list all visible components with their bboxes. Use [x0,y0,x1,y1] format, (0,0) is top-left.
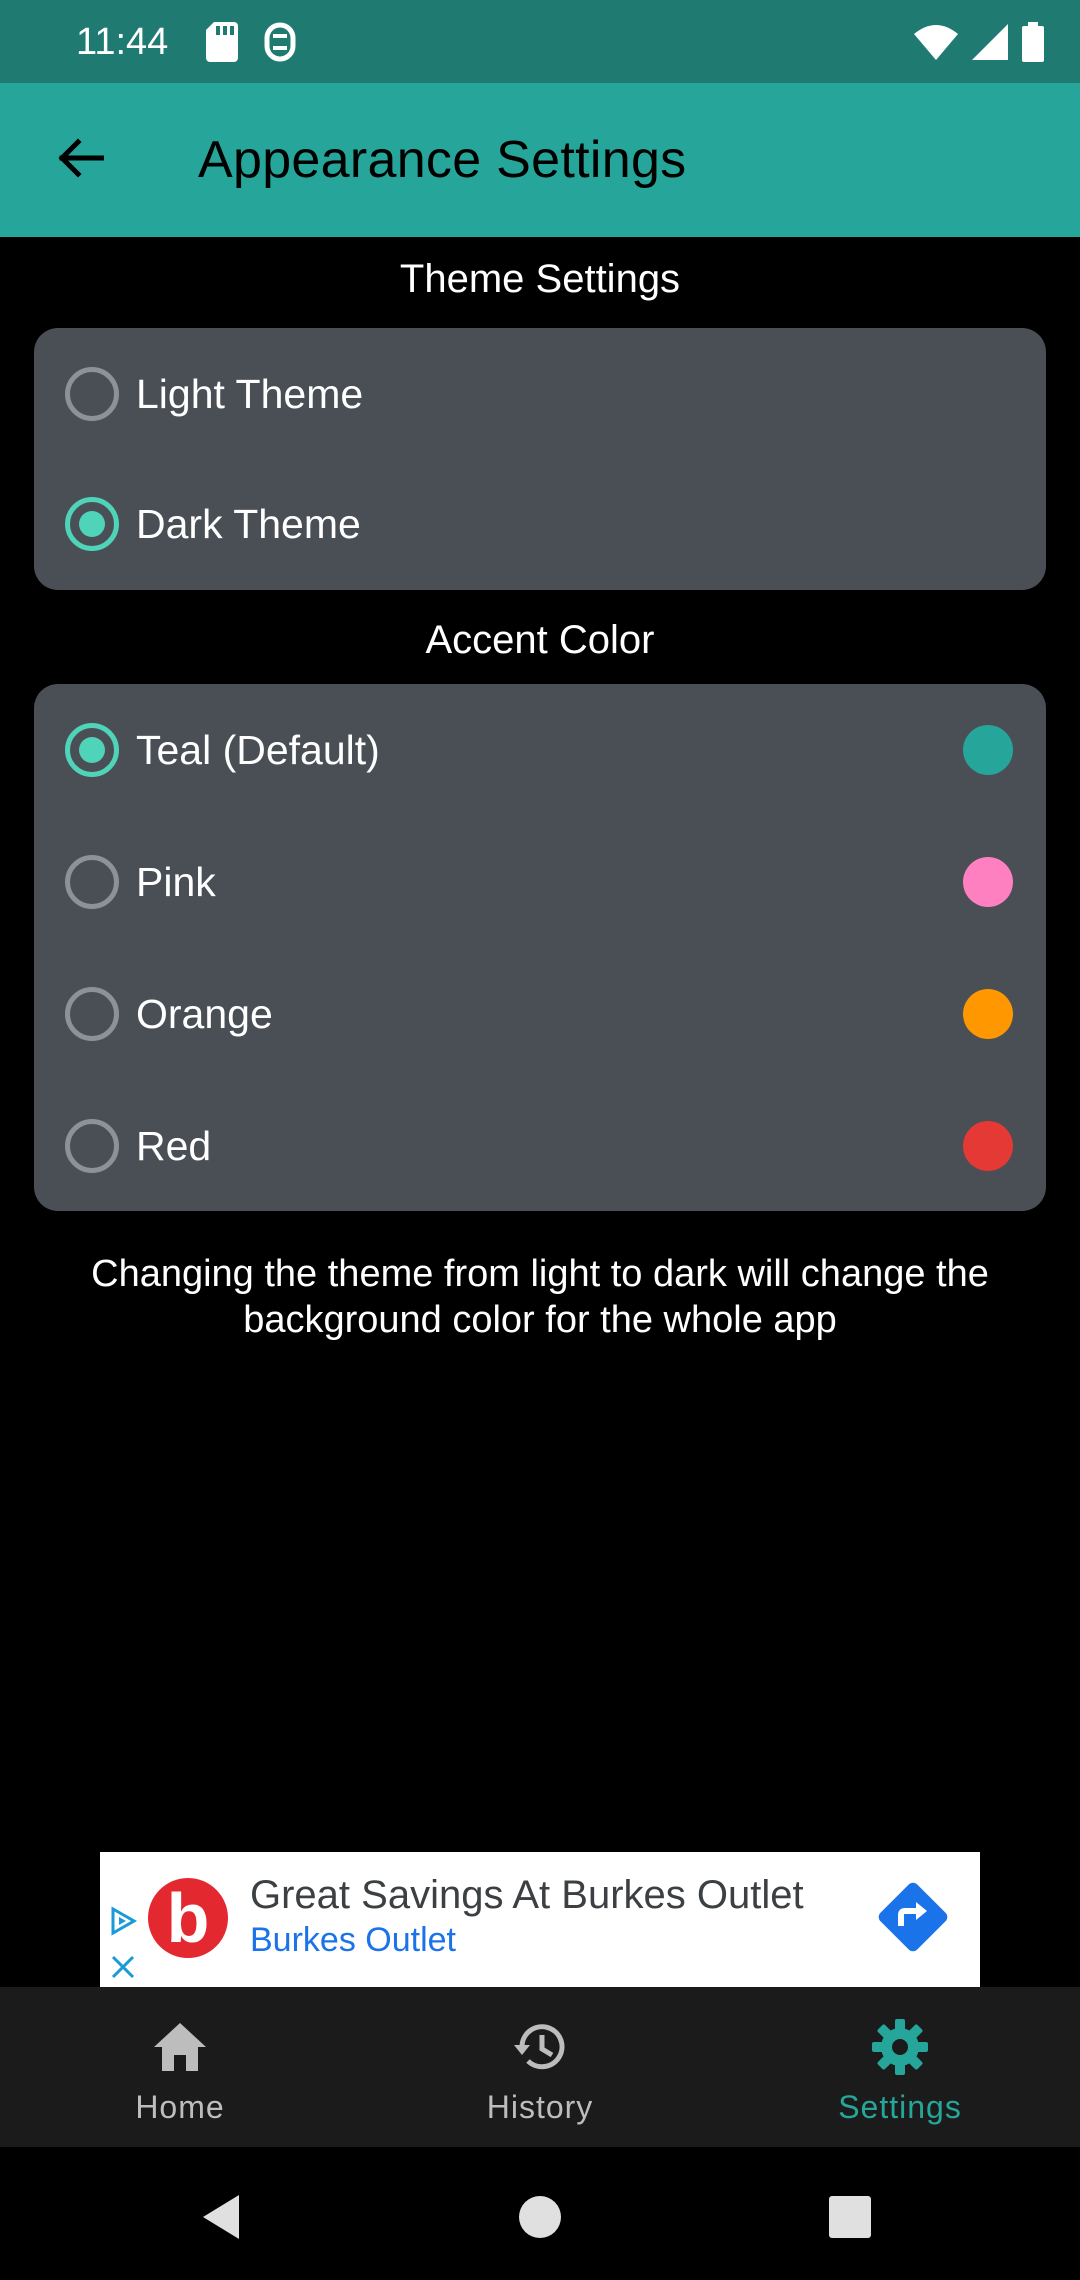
advertiser-logo: b [148,1878,228,1958]
status-bar: 11:44 [0,0,1080,83]
radio-red[interactable] [65,1119,119,1173]
sync-icon [264,22,296,67]
ad-advertiser: Burkes Outlet [250,1921,456,1959]
accent-option-teal[interactable]: Teal (Default) [34,684,1046,816]
radio-light-theme[interactable] [65,367,119,421]
app-bar: Appearance Settings [0,83,1080,237]
option-label: Dark Theme [136,501,361,547]
option-label: Pink [136,859,216,905]
history-icon [510,2017,570,2077]
home-icon [150,2017,210,2077]
theme-option-light[interactable]: Light Theme [34,328,1046,460]
accent-color-heading: Accent Color [425,618,655,662]
accent-options-card: Teal (Default) Pink Orange Red [34,684,1046,1211]
teal-swatch [963,725,1013,775]
radio-teal[interactable] [65,723,119,777]
back-button[interactable] [40,120,120,200]
page-title: Appearance Settings [198,131,687,189]
accent-option-red[interactable]: Red [34,1080,1046,1212]
radio-pink[interactable] [65,855,119,909]
status-notification-icons [206,22,296,67]
option-label: Teal (Default) [136,727,380,773]
status-time: 11:44 [76,21,169,63]
nav-label: Settings [838,2089,962,2125]
ad-banner[interactable]: b Great Savings At Burkes Outlet Burkes … [100,1852,980,1987]
ad-choices-icon[interactable] [108,1906,138,1941]
orange-swatch [963,989,1013,1039]
arrow-back-icon [56,137,105,183]
directions-icon [874,1878,952,1961]
nav-settings[interactable]: Settings [720,1987,1080,2147]
bottom-navigation: Home History Settings [0,1987,1080,2147]
battery-icon [1022,22,1044,67]
accent-option-orange[interactable]: Orange [34,948,1046,1080]
theme-options-card: Light Theme Dark Theme [34,328,1046,590]
pink-swatch [963,857,1013,907]
option-label: Orange [136,991,273,1037]
signal-icon [972,24,1008,65]
theme-option-dark[interactable]: Dark Theme [34,458,1046,590]
red-swatch [963,1121,1013,1171]
ad-title: Great Savings At Burkes Outlet [250,1873,804,1917]
status-system-icons [914,22,1044,67]
system-navigation-bar [0,2147,1080,2280]
ad-cta-button[interactable] [870,1877,955,1962]
option-label: Light Theme [136,371,364,417]
close-icon[interactable] [108,1952,138,1987]
theme-settings-heading: Theme Settings [399,257,681,301]
nav-label: Home [135,2089,225,2125]
app-screen: 11:44 Appearance Settings Theme Settings… [0,0,1080,2280]
accent-option-pink[interactable]: Pink [34,816,1046,948]
recents-square-icon[interactable] [820,2187,880,2247]
home-circle-icon[interactable] [510,2187,570,2247]
radio-dark-theme[interactable] [65,497,119,551]
wifi-icon [914,24,958,65]
nav-home[interactable]: Home [0,1987,360,2147]
back-triangle-icon[interactable] [195,2187,255,2247]
option-label: Red [136,1123,212,1169]
sd-card-icon [206,22,238,67]
theme-info-text: Changing the theme from light to dark wi… [91,1253,989,1341]
gear-icon [870,2017,930,2077]
nav-label: History [486,2089,594,2125]
radio-orange[interactable] [65,987,119,1041]
nav-history[interactable]: History [360,1987,720,2147]
